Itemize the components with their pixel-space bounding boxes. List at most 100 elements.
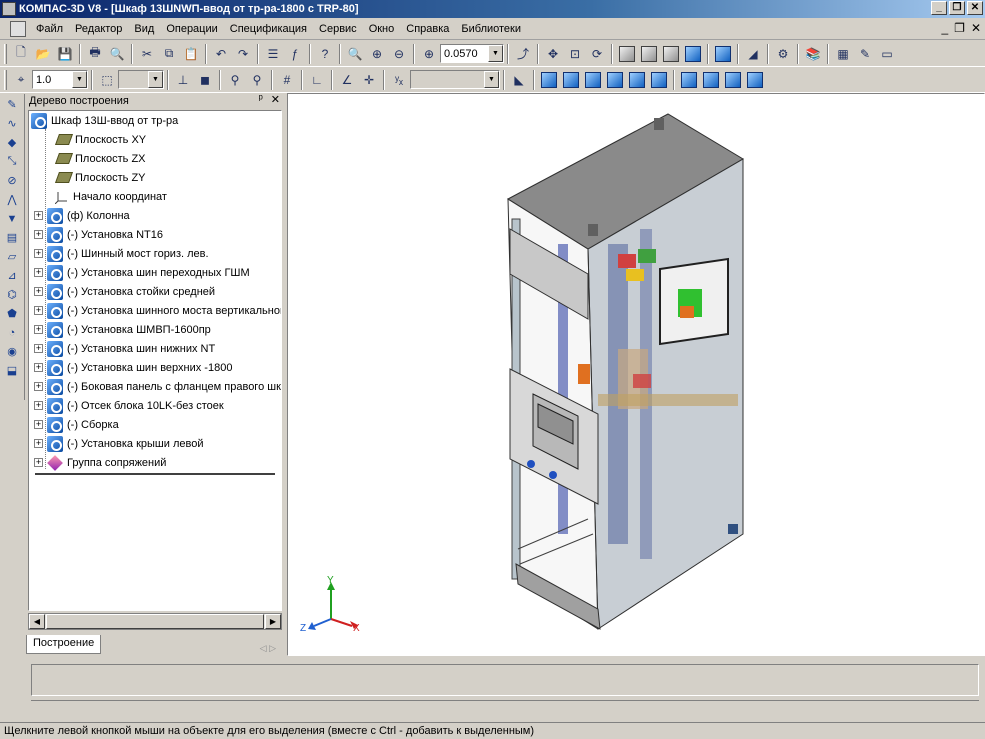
tree-item-component[interactable]: + (-) Отсек блока 10LK-без стоек [34, 396, 224, 415]
view-left-icon[interactable] [583, 70, 603, 90]
close-button[interactable]: ✕ [967, 1, 983, 15]
tab-build[interactable]: Построение [26, 635, 102, 654]
toolbar-grip[interactable] [4, 69, 7, 90]
tree-item-component[interactable]: + (-) Установка стойки средней [34, 282, 215, 301]
measure-icon[interactable]: ⋀ [2, 191, 22, 208]
function-icon[interactable]: ƒ [285, 44, 305, 64]
fillet-icon[interactable]: ◔ [2, 324, 22, 341]
plane-select-icon[interactable]: ◼ [195, 70, 215, 90]
pencil-icon[interactable]: ✎ [855, 44, 875, 64]
save-icon[interactable]: 💾 [55, 44, 75, 64]
menu-view[interactable]: Вид [128, 23, 160, 35]
model-viewport[interactable]: Y X Z [287, 93, 985, 656]
mates-icon[interactable]: ⊘ [2, 172, 22, 189]
zoom-in-icon[interactable]: ⊕ [367, 44, 387, 64]
expand-icon[interactable]: + [34, 401, 43, 410]
cut-extrude-icon[interactable]: ⬟ [2, 305, 22, 322]
perspective-icon[interactable]: ◢ [743, 44, 763, 64]
view-trimetric-icon[interactable] [723, 70, 743, 90]
auxiliary-geometry-icon[interactable]: ⤡ [2, 153, 22, 170]
fit-view-icon[interactable]: ⊡ [565, 44, 585, 64]
tree-item-component[interactable]: + (-) Установка NT16 [34, 225, 163, 244]
local-cs-icon[interactable]: ⊥ [173, 70, 193, 90]
hidden-lines-thin-icon[interactable] [661, 44, 681, 64]
curves-icon[interactable]: ∿ [2, 115, 22, 132]
tree-item-origin[interactable]: Начало координат [55, 187, 167, 206]
tree-item-component[interactable]: + (-) Установка шин нижних NT [34, 339, 215, 358]
surfaces-icon[interactable]: ◆ [2, 134, 22, 151]
hole-icon[interactable]: ◉ [2, 343, 22, 360]
open-file-icon[interactable]: 📂 [33, 44, 53, 64]
menu-file[interactable]: Файл [30, 23, 69, 35]
pin-icon[interactable]: ᵖ [259, 93, 263, 106]
array-icon[interactable]: ⬓ [2, 362, 22, 379]
context-help-icon[interactable]: ? [315, 44, 335, 64]
shaded-icon[interactable] [683, 44, 703, 64]
expand-icon[interactable]: + [34, 382, 43, 391]
mdi-minimize-button[interactable]: _ [941, 21, 948, 35]
shaded-edges-icon[interactable] [713, 44, 733, 64]
ortho-icon[interactable]: ∟ [307, 70, 327, 90]
tree-item-plane-xy[interactable]: Плоскость XY [54, 130, 146, 149]
screen-icon[interactable]: ▭ [877, 44, 897, 64]
view-top-icon[interactable] [627, 70, 647, 90]
view-bottom-icon[interactable] [649, 70, 669, 90]
tree-hscrollbar[interactable]: ◀ ▶ [28, 613, 282, 630]
tree-item-component[interactable]: + (-) Установка шин верхних -1800 [34, 358, 232, 377]
expand-icon[interactable]: + [34, 458, 43, 467]
scale-combo[interactable]: 1.0 ▼ [32, 70, 88, 89]
zoom-combo[interactable]: 0.0570 ▼ [440, 44, 504, 63]
ribs-icon[interactable]: ⊿ [2, 267, 22, 284]
expand-icon[interactable]: + [34, 344, 43, 353]
tree-item-component[interactable]: + (-) Шинный мост гориз. лев. [34, 244, 209, 263]
view-front-icon[interactable] [539, 70, 559, 90]
tree-item-plane-zx[interactable]: Плоскость ZX [54, 149, 146, 168]
menu-libraries[interactable]: Библиотеки [455, 23, 527, 35]
filter-icon[interactable]: ▼ [2, 210, 22, 227]
toolbar-grip[interactable] [4, 43, 7, 64]
tree-item-component[interactable]: + (-) Боковая панель с фланцем правого ш… [34, 377, 281, 396]
menu-help[interactable]: Справка [400, 23, 455, 35]
tab-nav-icon[interactable]: ◁ ▷ [260, 643, 276, 654]
expand-icon[interactable]: + [34, 287, 43, 296]
expand-icon[interactable]: + [34, 306, 43, 315]
filter-select-icon[interactable]: ⚲ [247, 70, 267, 90]
expand-icon[interactable]: + [34, 230, 43, 239]
snap-step-icon[interactable]: ⌖ [11, 70, 31, 90]
pan-icon[interactable]: ✥ [543, 44, 563, 64]
expand-icon[interactable]: + [34, 249, 43, 258]
tree-item-component[interactable]: + (ф) Колонна [34, 206, 130, 225]
spec-icon[interactable]: ▤ [2, 229, 22, 246]
scroll-thumb[interactable] [46, 614, 264, 629]
view-normal-icon[interactable] [745, 70, 765, 90]
orientation-icon[interactable]: ⤴ [513, 44, 533, 64]
layer-icon[interactable]: ⬚ [97, 70, 117, 90]
view-dimetric-icon[interactable] [701, 70, 721, 90]
tree-item-plane-zy[interactable]: Плоскость ZY [54, 168, 146, 187]
undo-icon[interactable]: ↶ [211, 44, 231, 64]
coordinates-icon[interactable]: ʸₓ [389, 70, 409, 90]
filter-icon[interactable]: ⚲ [225, 70, 245, 90]
redo-icon[interactable]: ↷ [233, 44, 253, 64]
library-icon[interactable]: 📚 [803, 44, 823, 64]
view-iso-icon[interactable] [679, 70, 699, 90]
grid-icon[interactable]: # [277, 70, 297, 90]
scroll-right-icon[interactable]: ▶ [265, 614, 281, 629]
expand-icon[interactable]: + [34, 268, 43, 277]
restore-button[interactable]: ❐ [949, 1, 965, 15]
table-icon[interactable]: ▦ [833, 44, 853, 64]
extrude-icon[interactable]: ⌬ [2, 286, 22, 303]
paste-icon[interactable]: 📋 [181, 44, 201, 64]
cut-icon[interactable]: ✂ [137, 44, 157, 64]
expand-icon[interactable]: + [34, 325, 43, 334]
print-icon[interactable]: 🖶 [85, 44, 105, 64]
expand-icon[interactable]: + [34, 363, 43, 372]
tree-item-mates[interactable]: + Группа сопряжений [34, 453, 166, 472]
hidden-lines-icon[interactable] [639, 44, 659, 64]
document-icon[interactable] [10, 20, 26, 37]
angle-icon[interactable]: ∠ [337, 70, 357, 90]
menu-operations[interactable]: Операции [160, 23, 223, 35]
view-right-icon[interactable] [605, 70, 625, 90]
expand-icon[interactable]: + [34, 439, 43, 448]
tree-item-component[interactable]: + (-) Установка шин переходных ГШМ [34, 263, 250, 282]
